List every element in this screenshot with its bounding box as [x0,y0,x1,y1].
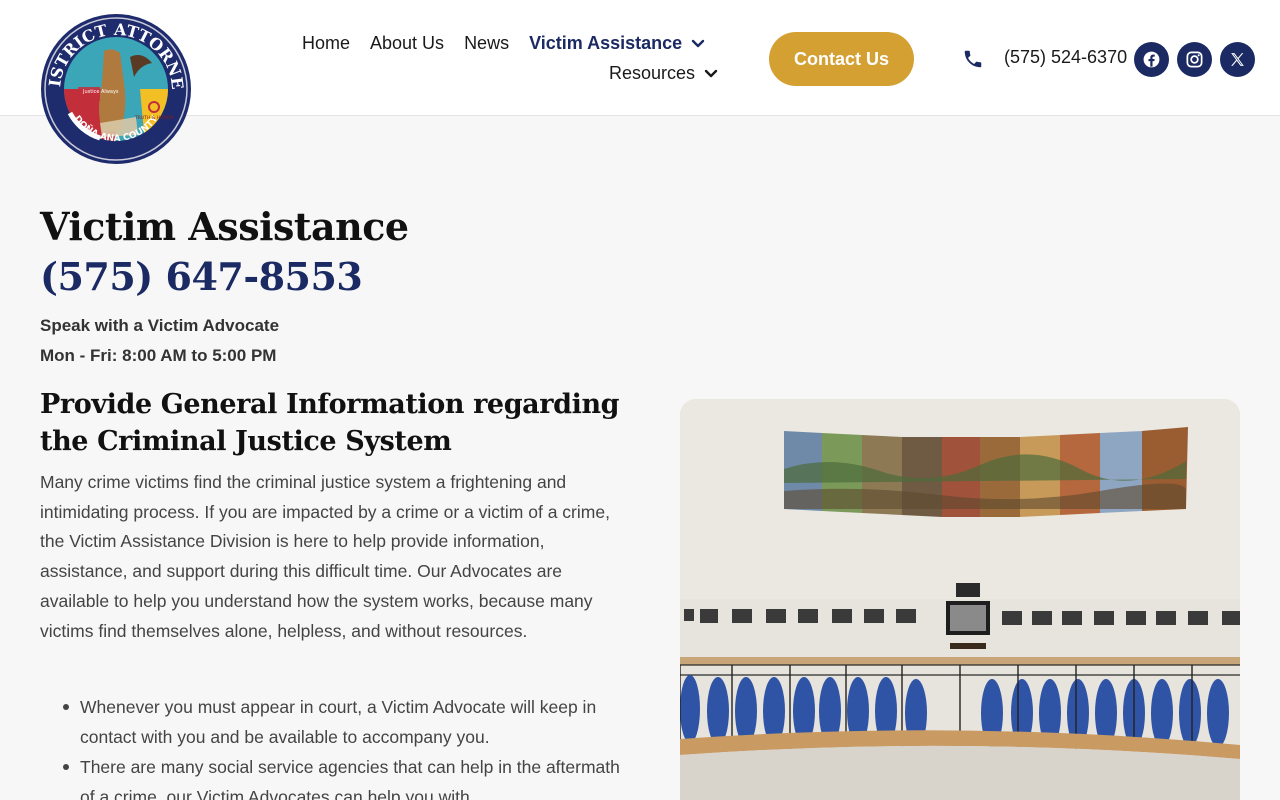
x-icon [1231,53,1244,66]
social-links [1134,42,1255,77]
nav-resources[interactable]: Resources [609,63,718,84]
main-nav-row-2: Resources [609,60,738,86]
nav-about-us[interactable]: About Us [370,33,444,54]
courthouse-interior-photo [680,399,1240,800]
section-heading: Provide General Information regarding th… [40,389,620,457]
main-nav: Home About Us News Victim Assistance [302,30,725,56]
header-phone-link[interactable]: (575) 524-6370 [1004,47,1127,68]
advocate-subtitle: Speak with a Victim Advocate [40,316,280,335]
nav-home[interactable]: Home [302,33,350,54]
nav-victim-assistance-label: Victim Assistance [529,32,683,53]
mural-panels [784,427,1188,517]
nav-resources-label: Resources [609,62,696,83]
list-item: There are many social service agencies t… [40,752,620,800]
nav-news[interactable]: News [464,33,509,54]
chevron-down-icon [691,39,705,48]
logo-ribbon-right: TRUTH & HONOR [134,115,174,121]
page-title: Victim Assistance [40,204,409,249]
facebook-link[interactable] [1134,42,1169,77]
instagram-icon [1186,51,1203,68]
site-header: DISTRICT ATTORNEY DOÑA ANA COUNTY Justic… [0,0,1280,164]
instagram-link[interactable] [1177,42,1212,77]
logo-ribbon-left: Justice Always [82,89,119,95]
facebook-icon [1143,51,1160,68]
intro-paragraph: Many crime victims find the criminal jus… [40,472,610,641]
list-item: Whenever you must appear in court, a Vic… [40,692,620,752]
phone-icon [964,50,982,68]
victim-assistance-phone-link[interactable]: (575) 647-8553 [40,254,363,299]
office-hours: Mon - Fri: 8:00 AM to 5:00 PM [40,346,277,365]
district-attorney-seal-logo[interactable]: DISTRICT ATTORNEY DOÑA ANA COUNTY Justic… [33,0,192,165]
x-link[interactable] [1220,42,1255,77]
services-list: Whenever you must appear in court, a Vic… [40,692,620,800]
chevron-down-icon [704,69,718,78]
nav-victim-assistance[interactable]: Victim Assistance [529,33,705,54]
contact-us-button[interactable]: Contact Us [769,32,914,86]
